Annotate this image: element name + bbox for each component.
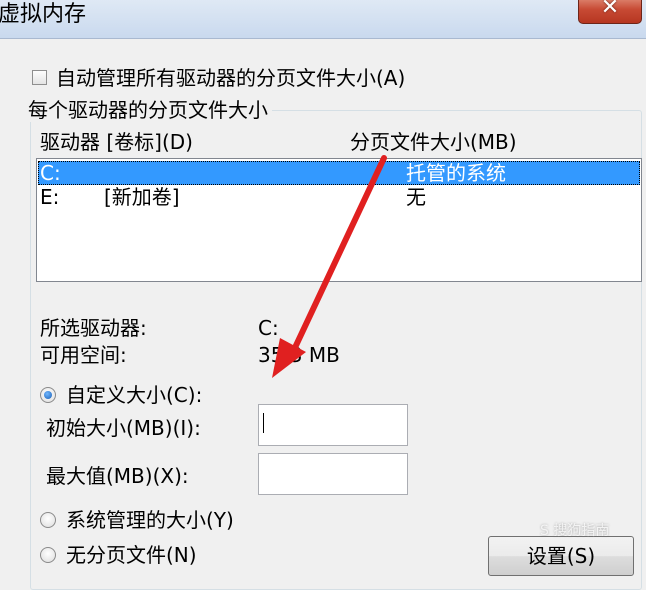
system-managed-label[interactable]: 系统管理的大小(Y) xyxy=(66,508,234,532)
drive-list[interactable]: C: 托管的系统 E: [新加卷] 无 xyxy=(36,158,642,282)
max-size-input[interactable] xyxy=(258,453,408,495)
set-button[interactable]: 设置(S) xyxy=(488,536,634,576)
selected-drive-value: C: xyxy=(258,316,279,340)
drive-size: 无 xyxy=(406,185,426,209)
custom-size-radio[interactable] xyxy=(40,387,56,403)
column-header-drive: 驱动器 [卷标](D) xyxy=(40,130,193,154)
free-space-label: 可用空间: xyxy=(40,343,127,367)
title-bar: 虚拟内存 ✕ xyxy=(0,0,646,39)
close-icon: ✕ xyxy=(600,0,620,20)
watermark-logo: S 搜狗指南 xyxy=(540,523,610,539)
drive-size: 托管的系统 xyxy=(406,161,506,185)
close-button[interactable]: ✕ xyxy=(578,0,642,24)
no-paging-file-label[interactable]: 无分页文件(N) xyxy=(66,543,197,567)
initial-size-input[interactable] xyxy=(258,404,408,446)
auto-manage-checkbox[interactable] xyxy=(32,70,47,85)
text-caret xyxy=(263,413,264,433)
custom-size-label[interactable]: 自定义大小(C): xyxy=(66,383,202,407)
drive-letter: E: xyxy=(40,185,60,209)
free-space-value: 35 3 MB xyxy=(258,343,340,367)
auto-manage-label[interactable]: 自动管理所有驱动器的分页文件大小(A) xyxy=(56,66,405,90)
drive-volume: [新加卷] xyxy=(104,185,180,209)
column-header-size: 分页文件大小(MB) xyxy=(350,130,517,154)
no-paging-file-radio[interactable] xyxy=(40,547,56,563)
selected-drive-label: 所选驱动器: xyxy=(40,316,147,340)
drive-letter: C: xyxy=(40,161,61,185)
drive-row-e[interactable]: E: [新加卷] 无 xyxy=(38,185,640,209)
initial-size-label: 初始大小(MB)(I): xyxy=(46,416,201,440)
max-size-label: 最大值(MB)(X): xyxy=(46,464,189,488)
window-title: 虚拟内存 xyxy=(0,2,87,27)
system-managed-radio[interactable] xyxy=(40,512,56,528)
group-title: 每个驱动器的分页文件大小 xyxy=(28,98,272,122)
drive-row-c[interactable]: C: 托管的系统 xyxy=(38,161,640,185)
